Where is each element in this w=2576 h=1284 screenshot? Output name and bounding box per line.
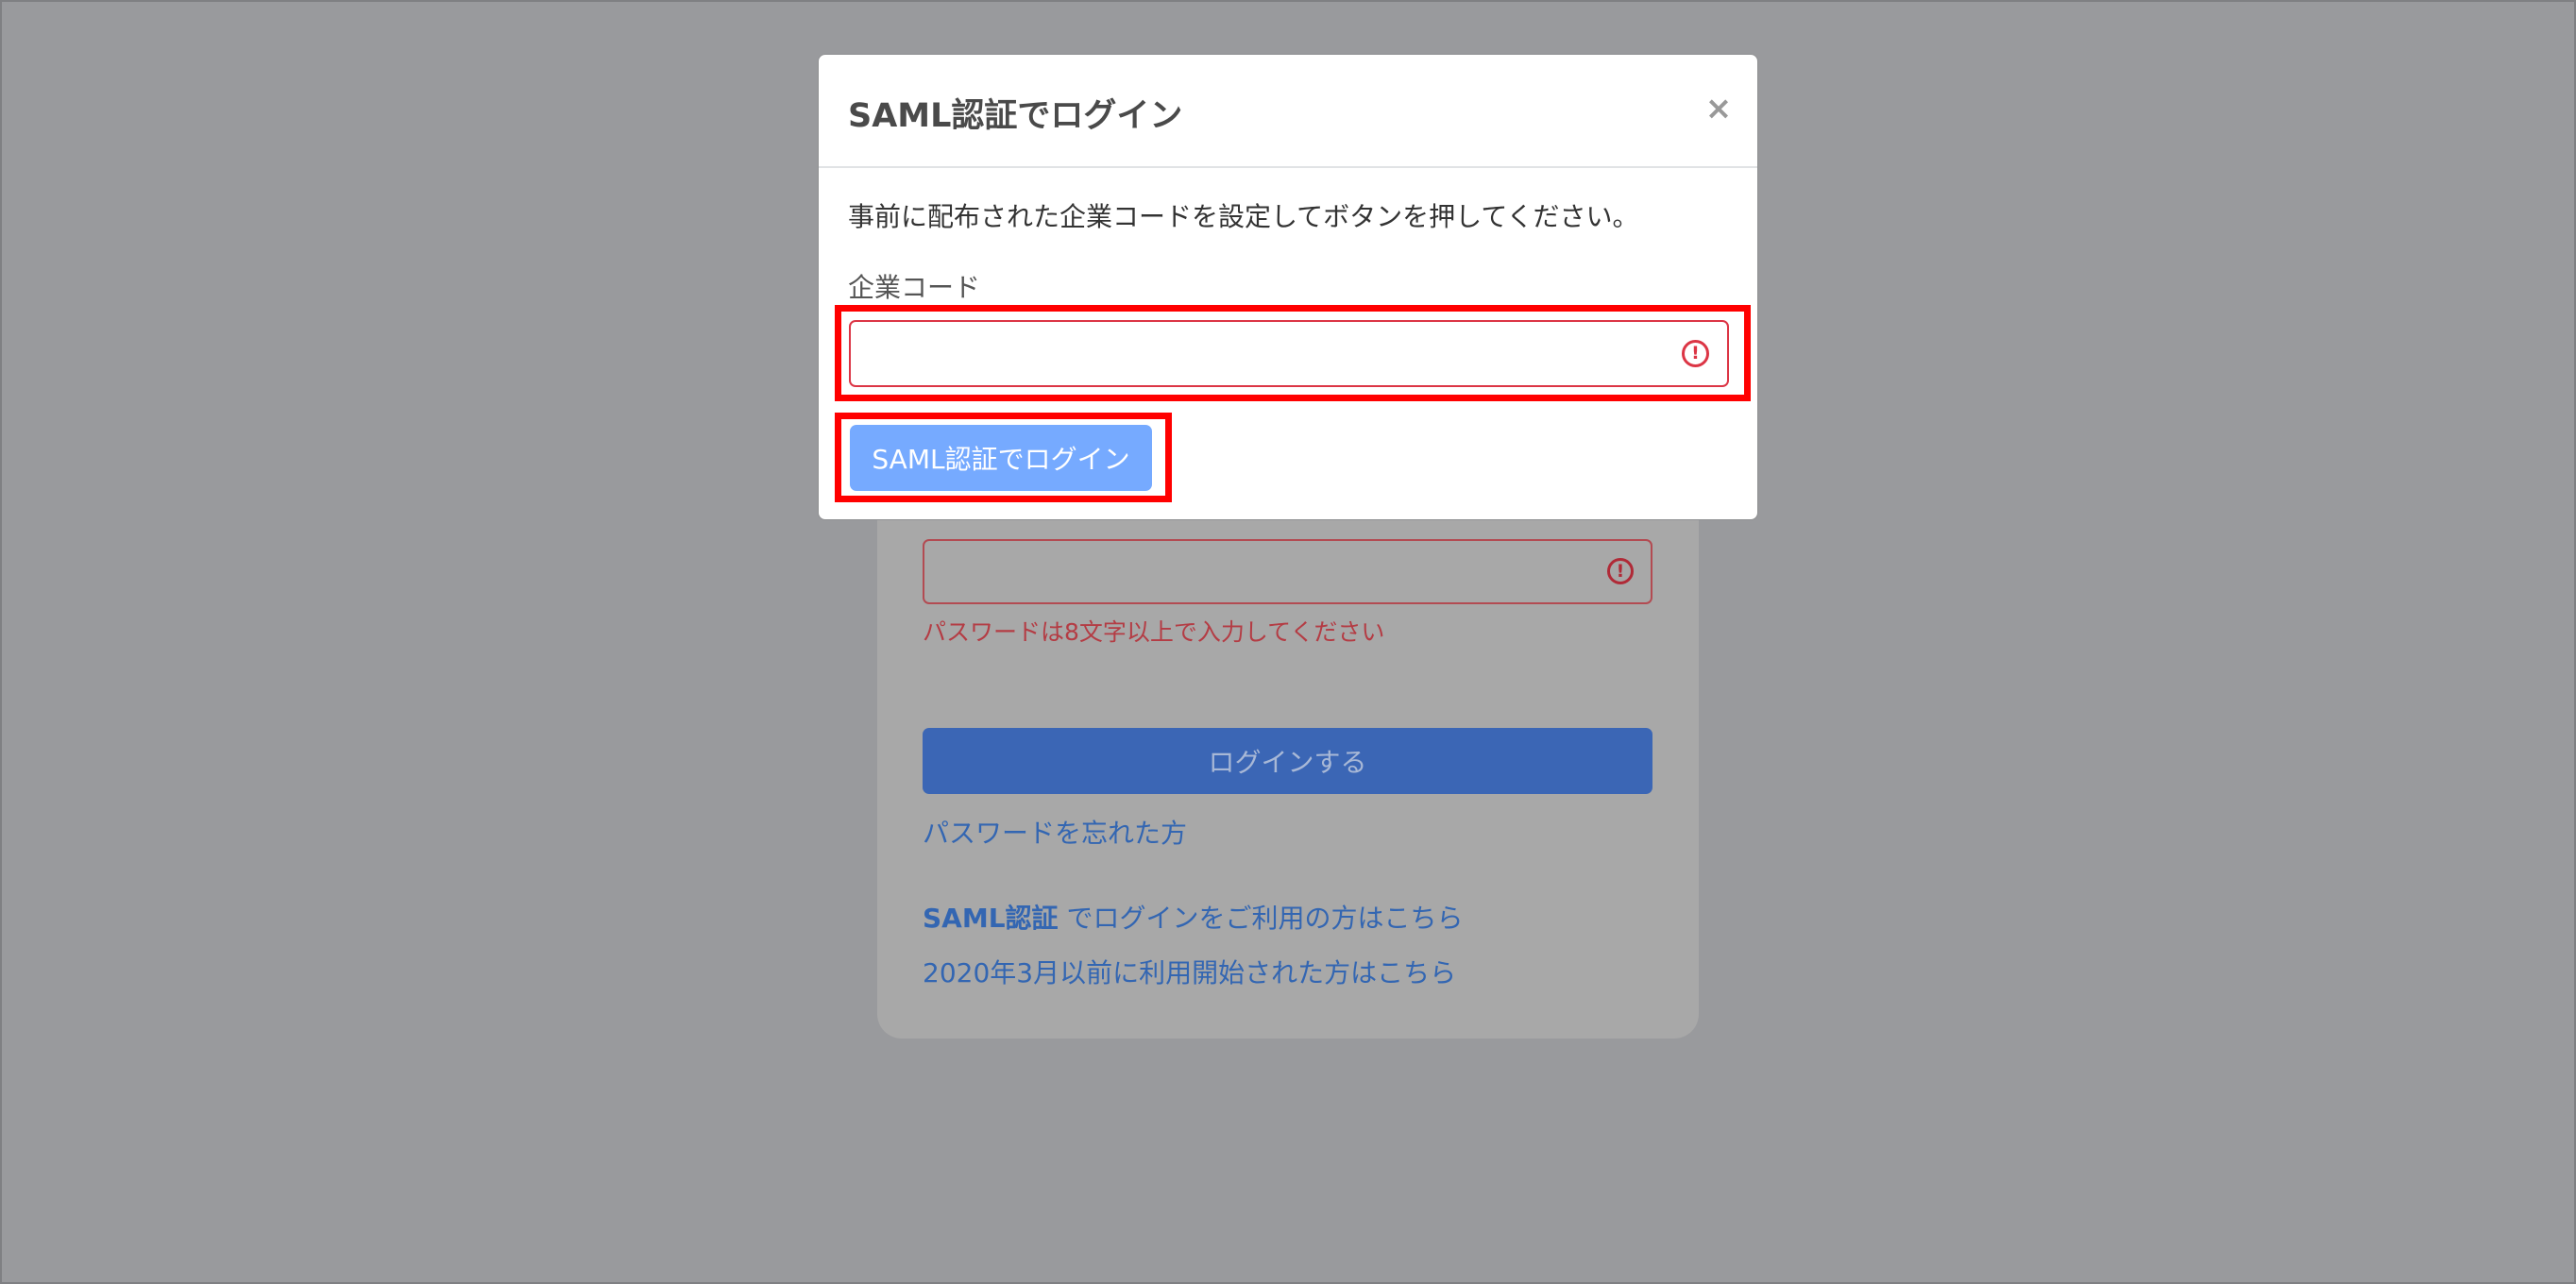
modal-description: 事前に配布された企業コードを設定してボタンを押してください。	[848, 201, 1639, 232]
modal-title: SAML認証でログイン	[848, 97, 1183, 135]
saml-link-text: でログインをご利用の方はこちら	[1058, 903, 1464, 934]
highlight-box-button	[835, 413, 1172, 502]
forgot-password-link[interactable]: パスワードを忘れた方	[923, 813, 1187, 851]
saml-link-bold-text: SAML認証	[923, 903, 1059, 934]
saml-login-link[interactable]: SAML認証 でログインをご利用の方はこちら	[923, 898, 1463, 936]
company-code-label: 企業コード	[848, 272, 981, 303]
password-input[interactable]	[923, 539, 1652, 604]
password-error-icon: !	[1607, 558, 1634, 584]
highlight-box-input	[835, 305, 1751, 401]
legacy-user-link[interactable]: 2020年3月以前に利用開始された方はこちら	[923, 953, 1456, 990]
modal-header: SAML認証でログイン ×	[819, 55, 1757, 168]
close-icon[interactable]: ×	[1701, 91, 1737, 127]
login-button[interactable]: ログインする	[923, 728, 1652, 794]
password-error-text: パスワードは8文字以上で入力してください	[923, 618, 1385, 646]
